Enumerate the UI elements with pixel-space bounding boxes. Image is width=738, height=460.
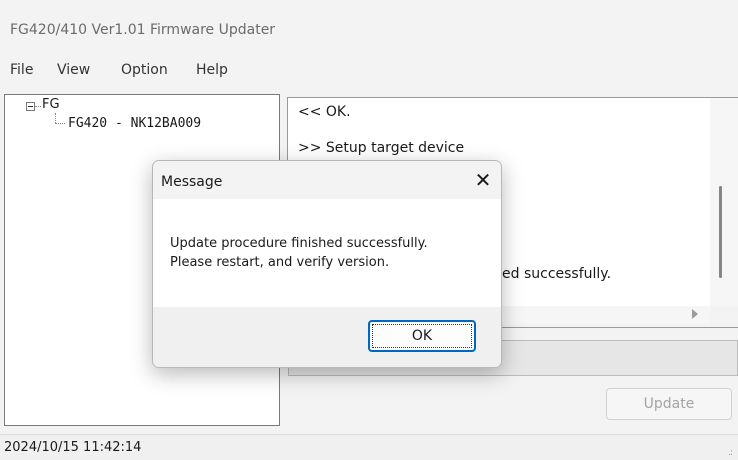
tree-connector xyxy=(35,106,41,107)
scrollbar-thumb[interactable] xyxy=(719,186,722,278)
tree-root-label[interactable]: FG xyxy=(42,97,60,112)
menu-bar: File View Option Help xyxy=(0,52,738,90)
resize-grip-icon[interactable]: .: xyxy=(728,448,733,458)
log-vertical-scrollbar[interactable] xyxy=(710,98,738,306)
tree-item-device[interactable]: FG420 - NK12BA009 xyxy=(68,116,201,131)
dialog-message-line: Please restart, and verify version. xyxy=(170,255,390,270)
dialog-message: Update procedure finished successfully. … xyxy=(170,234,428,272)
dialog-message-line: Update procedure finished successfully. xyxy=(170,236,428,251)
ok-button[interactable]: OK xyxy=(368,320,476,352)
status-bar: 2024/10/15 11:42:14 xyxy=(0,434,738,460)
menu-file[interactable]: File xyxy=(10,62,33,78)
tree-connector xyxy=(55,123,65,124)
log-line: ed successfully. xyxy=(502,266,612,282)
close-icon[interactable]: ✕ xyxy=(469,167,497,193)
log-line: << OK. xyxy=(298,104,351,120)
collapse-icon[interactable] xyxy=(26,102,35,111)
dialog-titlebar: Message ✕ xyxy=(153,161,501,199)
scroll-right-arrow-icon[interactable] xyxy=(692,309,698,319)
log-line: >> Setup target device xyxy=(298,140,465,156)
menu-option[interactable]: Option xyxy=(121,62,168,78)
menu-view[interactable]: View xyxy=(57,62,90,78)
window-title: FG420/410 Ver1.01 Firmware Updater xyxy=(10,22,276,38)
dialog-title: Message xyxy=(161,174,223,190)
update-button[interactable]: Update xyxy=(606,388,732,420)
tree-connector xyxy=(55,113,56,123)
menu-help[interactable]: Help xyxy=(196,62,228,78)
status-timestamp: 2024/10/15 11:42:14 xyxy=(4,440,142,455)
window-titlebar: FG420/410 Ver1.01 Firmware Updater xyxy=(0,0,738,50)
